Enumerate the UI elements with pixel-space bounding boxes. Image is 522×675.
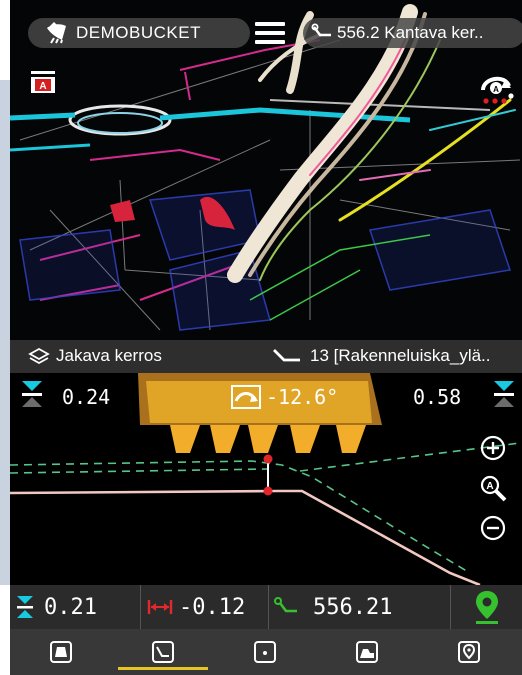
app-window: DEMOBUCKET 556.2 Kantava ker.. A A Jakav… bbox=[10, 0, 522, 675]
auto-rotate-icon[interactable]: A bbox=[475, 68, 517, 108]
readout-bar: 0.21 -0.12 556.21 bbox=[10, 585, 522, 629]
excavator-view-icon bbox=[50, 641, 72, 663]
tab-machine[interactable] bbox=[316, 629, 418, 675]
tilt-icon bbox=[230, 383, 262, 416]
depth-value: 0.21 bbox=[44, 594, 97, 620]
model-view-icon[interactable]: A bbox=[28, 68, 58, 96]
layer-selector[interactable]: Jakava kerros bbox=[28, 346, 162, 366]
zoom-auto-icon[interactable]: A bbox=[478, 473, 508, 508]
hamburger-menu-icon[interactable] bbox=[255, 22, 285, 48]
alignment-selector[interactable]: 556.2 Kantava ker.. bbox=[303, 18, 522, 48]
zoom-in-icon[interactable] bbox=[478, 433, 508, 468]
svg-text:A: A bbox=[39, 81, 46, 92]
slope-surface-icon bbox=[273, 349, 300, 362]
profile-view[interactable]: 0.24 -12.6° 0.58 A bbox=[10, 373, 522, 585]
gps-status[interactable] bbox=[450, 585, 522, 629]
tab-location[interactable] bbox=[418, 629, 520, 675]
svg-text:A: A bbox=[493, 85, 499, 94]
left-sidebar-strip bbox=[0, 80, 10, 585]
surface-selector[interactable]: 13 [Rakenneluiska_ylä.. bbox=[272, 346, 491, 366]
bucket-selector[interactable]: DEMOBUCKET bbox=[28, 18, 250, 48]
zoom-out-icon[interactable] bbox=[478, 513, 508, 548]
bucket-icon bbox=[44, 22, 70, 49]
surface-name: 13 [Rakenneluiska_ylä.. bbox=[310, 346, 491, 365]
depth-icon bbox=[17, 596, 33, 618]
location-view-icon bbox=[458, 641, 480, 663]
layers-icon bbox=[28, 347, 50, 365]
alignment-name: 556.2 Kantava ker.. bbox=[337, 23, 484, 42]
station-value: 556.21 bbox=[313, 594, 393, 620]
gps-pin-icon bbox=[476, 591, 498, 624]
top-bar: DEMOBUCKET 556.2 Kantava ker.. bbox=[10, 10, 522, 56]
depth-readout[interactable]: 0.21 bbox=[10, 585, 140, 629]
distance-readout[interactable]: -0.12 bbox=[140, 585, 269, 629]
right-depth-value: 0.58 bbox=[413, 385, 462, 409]
depth-target-right-icon bbox=[492, 379, 516, 414]
station-icon bbox=[274, 597, 297, 613]
tab-excavator[interactable] bbox=[10, 629, 112, 675]
layer-name: Jakava kerros bbox=[56, 346, 162, 365]
left-depth-value: 0.24 bbox=[62, 385, 111, 409]
point-view-icon bbox=[254, 641, 276, 663]
3d-map-view[interactable]: DEMOBUCKET 556.2 Kantava ker.. A A bbox=[10, 0, 522, 340]
tab-bar bbox=[10, 629, 522, 675]
tab-point[interactable] bbox=[214, 629, 316, 675]
tab-profile[interactable] bbox=[112, 629, 214, 675]
layer-bar: Jakava kerros 13 [Rakenneluiska_ylä.. bbox=[10, 340, 522, 373]
machine-view-icon bbox=[356, 641, 378, 663]
depth-target-icon bbox=[20, 379, 44, 414]
tilt-angle-value: -12.6° bbox=[266, 385, 339, 409]
distance-value: -0.12 bbox=[179, 594, 246, 620]
alignment-line-icon bbox=[311, 23, 333, 48]
bucket-name: DEMOBUCKET bbox=[76, 23, 201, 42]
svg-text:A: A bbox=[486, 481, 493, 492]
station-readout[interactable]: 556.21 bbox=[268, 585, 451, 629]
distance-icon bbox=[147, 600, 173, 614]
profile-view-icon bbox=[152, 641, 174, 663]
